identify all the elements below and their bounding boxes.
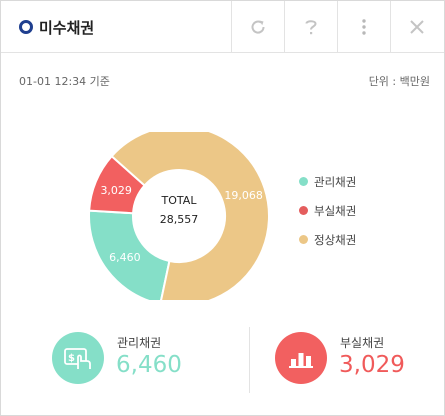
donut-chart: TOTAL 28,557 6,460 3,029 19,068 [88, 132, 270, 300]
legend-dot-icon [299, 177, 308, 186]
money-icon: $ [64, 348, 91, 369]
close-icon [410, 20, 424, 34]
legend-item-normal: 정상채권 [299, 225, 356, 254]
donut-slice-label: 19,068 [224, 189, 263, 202]
refresh-icon [251, 20, 265, 34]
legend-dot-icon [299, 235, 308, 244]
managed-stat-value: 6,460 [116, 352, 182, 378]
managed-stat-icon-badge: $ [52, 332, 104, 384]
chart-legend: 관리채권 부실채권 정상채권 [299, 167, 356, 254]
bad-stat-label: 부실채권 [340, 336, 385, 350]
widget-header: 미수채권 [1, 1, 444, 53]
help-button[interactable] [284, 1, 337, 53]
legend-dot-icon [299, 206, 308, 215]
widget-title: 미수채권 [39, 19, 95, 37]
legend-label: 관리채권 [314, 174, 357, 189]
donut-slice-label: 6,460 [109, 251, 141, 264]
legend-label: 정상채권 [314, 232, 357, 247]
legend-item-bad: 부실채권 [299, 196, 356, 225]
unit-text: 단위 : 백만원 [368, 75, 430, 88]
refresh-button[interactable] [231, 1, 284, 53]
question-icon [305, 20, 317, 35]
bad-stat-value: 3,029 [339, 352, 405, 378]
bar-chart-icon [289, 353, 313, 368]
more-button[interactable] [337, 1, 390, 53]
donut-center-label: TOTAL [161, 194, 198, 207]
svg-text:$: $ [68, 353, 75, 364]
title-bullet-icon [19, 20, 33, 34]
stats-divider [249, 327, 250, 393]
more-vertical-icon [362, 19, 366, 35]
receivables-widget: 미수채권 01-01 12:34 기준 단위: 백만원 TOTAL 28,55… [0, 0, 445, 416]
bad-stat-icon-badge [275, 332, 327, 384]
legend-label: 부실채권 [314, 203, 357, 218]
managed-stat-label: 관리채권 [117, 336, 162, 350]
donut-center-value: 28,557 [160, 213, 199, 226]
close-button[interactable] [390, 1, 443, 53]
legend-item-managed: 관리채권 [299, 167, 356, 196]
donut-slice-label: 3,029 [100, 184, 131, 197]
timestamp-text: 01-01 12:34 기준 [19, 75, 110, 88]
